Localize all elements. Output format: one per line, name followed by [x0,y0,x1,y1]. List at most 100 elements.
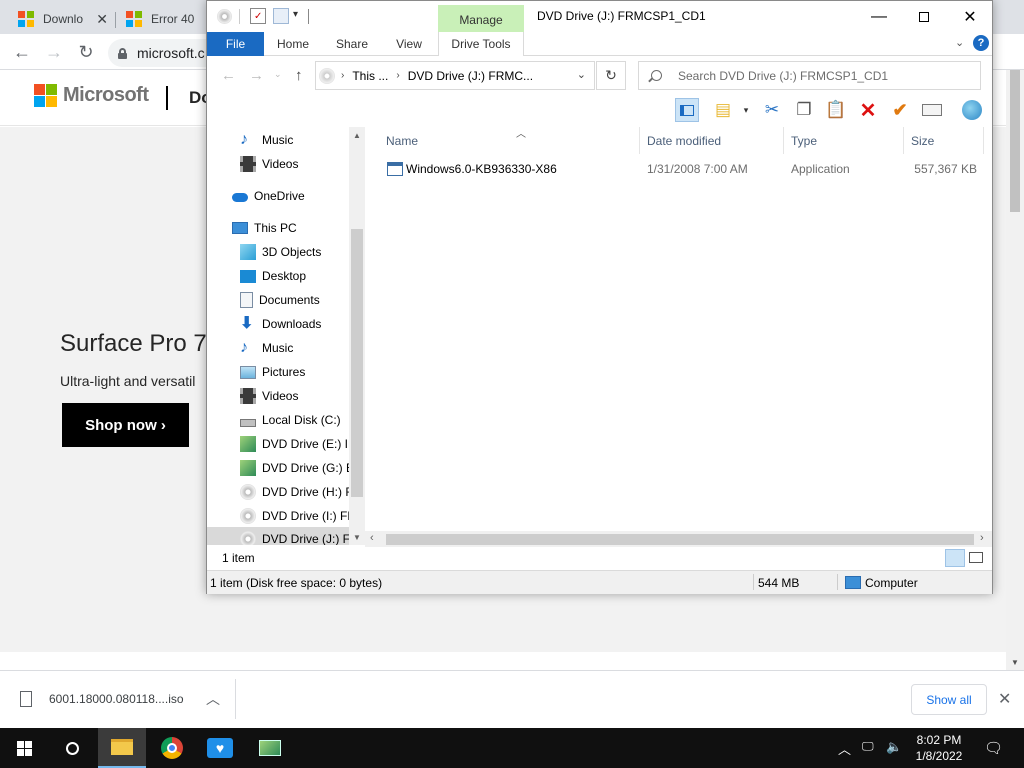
reload-icon[interactable]: ↻ [76,42,96,62]
window-title: DVD Drive (J:) FRMCSP1_CD1 [537,9,706,23]
back-arrow-icon[interactable]: ← [12,42,32,62]
file-row[interactable]: Windows6.0-KB936330-X86 1/31/2008 7:00 A… [365,159,992,179]
chrome-taskbar-button[interactable] [148,728,196,768]
recent-locations-icon[interactable]: ⌄ [274,69,282,80]
nav-item-videos[interactable]: Videos [207,384,349,408]
scrollbar-thumb[interactable] [351,229,363,497]
tab-share[interactable]: Share [331,32,373,56]
details-view-icon[interactable] [945,549,965,567]
properties-icon[interactable]: ✓ [250,8,266,24]
nav-item-desktop[interactable]: Desktop [207,264,349,288]
scroll-down-icon[interactable]: ▼ [353,533,361,542]
microsoft-logo[interactable]: Microsoft [34,84,149,107]
dropdown-icon[interactable]: ▾ [739,98,753,122]
scroll-up-icon[interactable]: ▲ [353,131,361,140]
show-hidden-icons-icon[interactable]: ︿ [838,739,851,758]
tab-home[interactable]: Home [273,32,313,56]
tab-drive-tools[interactable]: Drive Tools [438,32,524,56]
minimize-icon[interactable]: — [856,1,902,32]
scroll-left-icon[interactable]: ‹ [370,532,374,544]
nav-item-dvd-i[interactable]: DVD Drive (I:) FR [207,504,349,528]
clock[interactable]: 8:02 PM 1/8/2022 [906,732,972,764]
breadcrumb-separator-icon[interactable]: › [396,70,399,81]
copy-icon[interactable]: ❐ [792,98,816,122]
expand-ribbon-icon[interactable]: ⌄ [955,36,964,49]
customize-quick-access-icon[interactable]: ▾ [293,9,298,20]
folder-options-icon[interactable]: ▤ [711,98,735,122]
chevron-up-icon[interactable]: ︿ [206,689,220,709]
scrollbar-thumb[interactable] [1010,70,1020,212]
refresh-icon[interactable]: ↻ [596,61,626,90]
manage-contextual-tab[interactable]: Manage [438,5,524,32]
close-window-icon[interactable]: ✕ [947,1,993,32]
nav-item-documents[interactable]: Documents [207,288,349,312]
scroll-down-icon[interactable]: ▼ [1011,658,1019,667]
volume-muted-icon[interactable]: 🔈 [886,739,902,755]
close-icon[interactable]: ✕ [998,689,1011,709]
scroll-right-icon[interactable]: › [980,532,984,544]
large-icons-view-icon[interactable] [969,552,983,563]
nav-item-onedrive[interactable]: OneDrive [207,184,349,208]
file-explorer-taskbar-button[interactable] [98,728,146,768]
rename-icon[interactable] [920,98,944,122]
help-icon[interactable]: ? [973,35,989,51]
title-bar[interactable]: ✓ ▾ Manage DVD Drive (J:) FRMCSP1_CD1 — … [207,1,992,32]
search-button[interactable] [48,728,96,768]
new-folder-icon[interactable] [273,8,289,24]
browser-tab-error[interactable]: Error 40 [108,4,208,34]
nav-item-local-disk[interactable]: Local Disk (C:) [207,408,349,432]
file-date-modified: 1/31/2008 7:00 AM [647,162,748,176]
paste-icon[interactable]: 📋 [824,98,848,122]
preview-pane-icon[interactable] [675,98,699,122]
nav-item-dvd-j[interactable]: DVD Drive (J:) FR [207,527,365,545]
column-size[interactable]: Size [904,127,984,154]
up-arrow-icon[interactable]: ↑ [295,67,303,84]
nav-item-dvd-h[interactable]: DVD Drive (H:) F [207,480,349,504]
nav-item-dvd-e[interactable]: DVD Drive (E:) IR [207,432,349,456]
divider [239,9,240,24]
nav-pane-scrollbar[interactable]: ▲ ▼ [349,127,365,545]
nav-item-dvd-g[interactable]: DVD Drive (G:) ES [207,456,349,480]
heartbeat-icon: ♥ [207,738,233,758]
network-icon[interactable]: 🖵 [862,739,874,754]
checkmark-icon[interactable]: ✔ [888,98,912,122]
breadcrumb-dvd-drive[interactable]: DVD Drive (J:) FRMC... [408,69,533,83]
search-input[interactable]: Search DVD Drive (J:) FRMCSP1_CD1 [638,61,981,90]
tab-view[interactable]: View [391,32,427,56]
shop-now-button[interactable]: Shop now › [62,403,189,447]
column-date-modified[interactable]: Date modified [640,127,784,154]
address-dropdown-icon[interactable]: ⌄ [577,68,586,81]
microsoft-logo-icon [34,84,57,107]
maximize-icon[interactable] [901,1,947,32]
nav-item-music[interactable]: ♪ Music [207,128,349,152]
nav-item-downloads[interactable]: ⬇ Downloads [207,312,349,336]
browser-scrollbar[interactable]: ▼ [1006,70,1024,670]
forward-icon[interactable]: → [249,67,264,84]
browser-tab-downloads[interactable]: Downlo ✕ [0,4,116,34]
scrollbar-thumb[interactable] [386,534,974,545]
show-all-button[interactable]: Show all [911,684,987,715]
back-icon[interactable]: ← [221,67,236,84]
column-type[interactable]: Type [784,127,904,154]
address-field[interactable]: › This ... › DVD Drive (J:) FRMC... ⌄ [315,61,595,90]
file-list-scrollbar[interactable]: ‹ › [365,531,992,547]
nav-item-music[interactable]: ♪ Music [207,336,349,360]
delete-icon[interactable]: ✕ [856,98,880,122]
forward-arrow-icon[interactable]: → [44,42,64,62]
nav-item-this-pc[interactable]: This PC [207,216,349,240]
nav-item-3d-objects[interactable]: 3D Objects [207,240,349,264]
globe-icon[interactable] [960,98,984,122]
health-app-taskbar-button[interactable]: ♥ [196,728,244,768]
start-button[interactable] [0,728,48,768]
breadcrumb-this-pc[interactable]: This ... [352,69,388,83]
column-name[interactable]: Name ︿ [379,127,640,154]
breadcrumb-separator-icon[interactable]: › [341,70,344,81]
cut-icon[interactable]: ✂ [760,98,784,122]
close-tab-icon[interactable]: ✕ [96,11,108,28]
notifications-icon[interactable]: 🗨 [984,739,1003,757]
nav-item-pictures[interactable]: Pictures [207,360,349,384]
download-item[interactable]: 6001.18000.080118....iso [20,691,184,707]
tab-file[interactable]: File [207,32,264,56]
nav-item-videos[interactable]: Videos [207,152,349,176]
setup-app-taskbar-button[interactable] [246,728,294,768]
